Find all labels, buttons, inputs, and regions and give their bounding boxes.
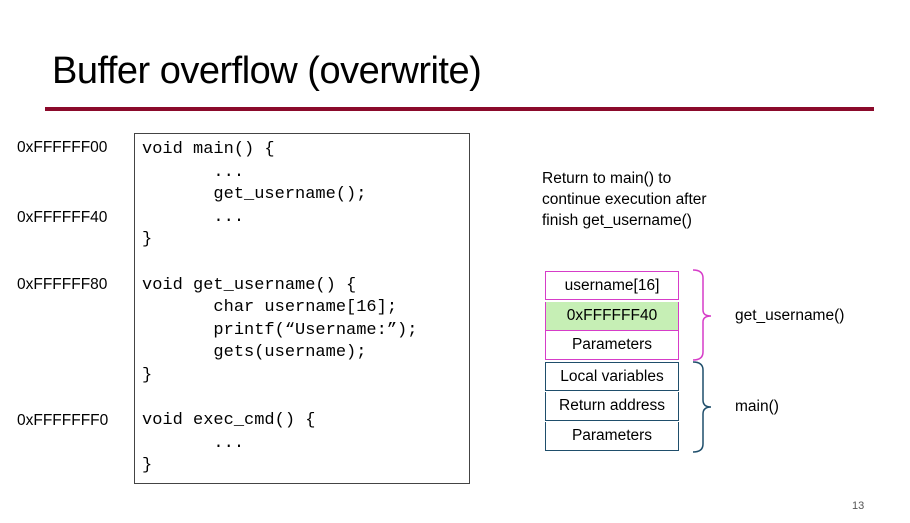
stack-cell-label: username[16] — [564, 276, 660, 294]
slide-title: Buffer overflow (overwrite) — [52, 50, 482, 92]
note-line: finish get_username() — [542, 212, 692, 229]
code-line: printf(“Username:”); — [142, 321, 418, 340]
address-label: 0xFFFFFF80 — [17, 276, 108, 293]
code-line: void exec_cmd() { — [142, 411, 316, 430]
frame-label-get-username: get_username() — [735, 307, 845, 324]
code-line: ... — [142, 208, 245, 227]
stack-cell-label: 0xFFFFFF40 — [566, 307, 658, 324]
return-note: Return to main() to continue execution a… — [542, 168, 762, 231]
address-label: 0xFFFFFF40 — [17, 209, 108, 226]
stack-cell-parameters-main: Parameters — [545, 422, 679, 451]
code-line: } — [142, 230, 153, 249]
note-line: continue execution after — [542, 191, 707, 208]
code-line: void get_username() { — [142, 276, 357, 295]
code-line: char username[16]; — [142, 298, 398, 317]
address-label: 0xFFFFFF00 — [17, 139, 108, 156]
stack-cell-label: Parameters — [571, 427, 653, 444]
note-line: Return to main() to — [542, 170, 672, 187]
get-username-brace — [692, 269, 712, 361]
stack-cell-return-address-overwritten: 0xFFFFFF40 — [545, 302, 679, 331]
frame-braces — [692, 269, 712, 453]
stack-cell-label: Parameters — [571, 336, 653, 353]
code-line: void main() { — [142, 140, 275, 159]
page-number: 13 — [852, 500, 865, 512]
stack-cell-return-address: Return address — [545, 392, 679, 421]
code-line: } — [142, 366, 153, 385]
code-line: get_username(); — [142, 185, 367, 204]
code-line: } — [142, 456, 153, 475]
code-line: ... — [142, 163, 245, 182]
stack-cell-label: Local variables — [560, 367, 664, 385]
stack-cell-label: Return address — [559, 397, 665, 414]
frame-label-main: main() — [735, 398, 779, 415]
code-listing: void main() { ... get_username(); ... } … — [134, 133, 470, 484]
code-line: gets(username); — [142, 343, 367, 362]
main-brace — [692, 361, 712, 453]
stack-cell-parameters-get-username: Parameters — [545, 331, 679, 360]
stack-cell-local-variables: Local variables — [545, 362, 679, 391]
address-label: 0xFFFFFFF0 — [17, 412, 109, 429]
stack-cell-username: username[16] — [545, 271, 679, 300]
title-divider — [45, 107, 874, 111]
code-line: ... — [142, 434, 245, 453]
